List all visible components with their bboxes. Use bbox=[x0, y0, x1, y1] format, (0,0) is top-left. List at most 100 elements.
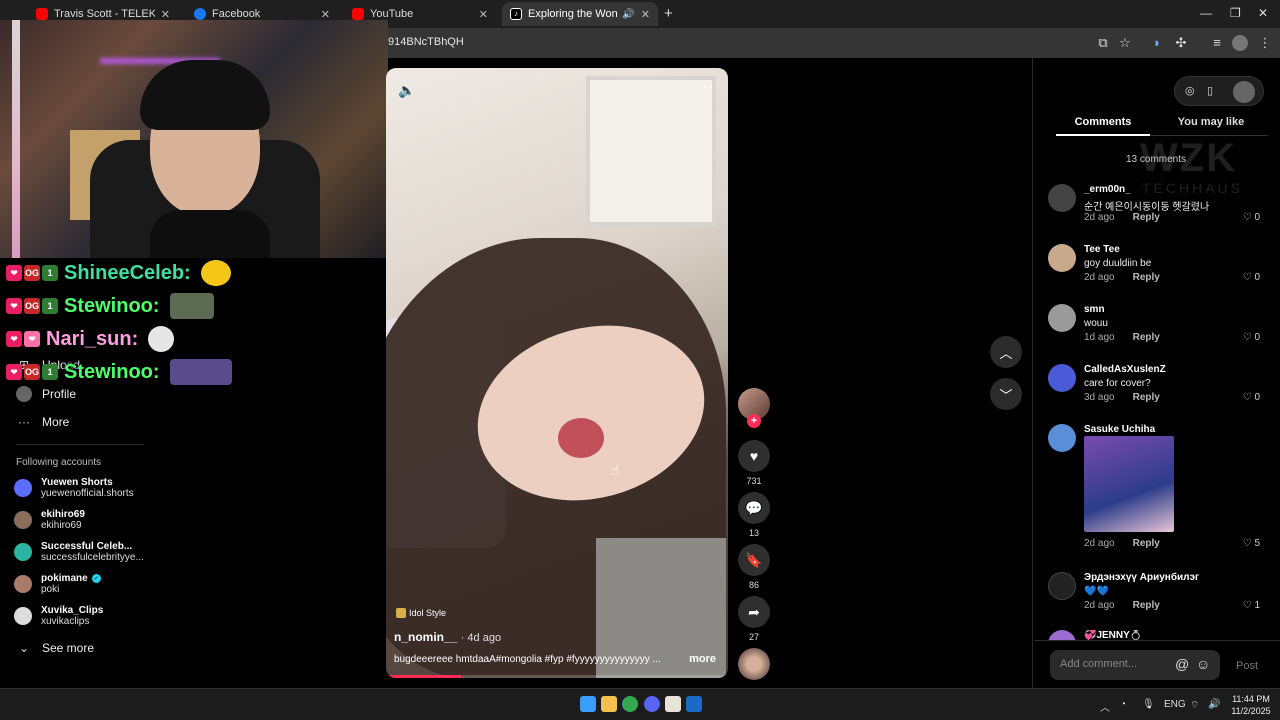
comment-author[interactable]: 💞JENNY💍 bbox=[1084, 630, 1142, 640]
comment-like-button[interactable]: ♡ 1 bbox=[1243, 600, 1260, 611]
reply-button[interactable]: Reply bbox=[1133, 332, 1160, 343]
post-button[interactable]: Post bbox=[1236, 660, 1258, 672]
comment-author[interactable]: Эрдэнэхүү Ариунбилэг bbox=[1084, 572, 1199, 583]
comment-author[interactable]: Tee Tee bbox=[1084, 244, 1120, 255]
like-button[interactable]: ♥ bbox=[738, 440, 770, 472]
chrome-icon[interactable] bbox=[622, 696, 638, 712]
profile-avatar[interactable] bbox=[1232, 35, 1248, 51]
new-tab-button[interactable]: + bbox=[664, 5, 673, 22]
face-emote-icon bbox=[148, 326, 175, 352]
reply-button[interactable]: Reply bbox=[1133, 272, 1160, 283]
url-field[interactable]: 914BNcTBhQH bbox=[388, 36, 464, 48]
chat-message: ❤ OG 1 Stewinoo: bbox=[6, 357, 232, 387]
close-icon[interactable]: ✕ bbox=[161, 8, 170, 21]
heart-outline-icon: ♡ bbox=[1242, 332, 1252, 343]
avatar[interactable] bbox=[1048, 184, 1076, 212]
avatar[interactable] bbox=[1048, 304, 1076, 332]
reading-list-icon[interactable]: ≡ bbox=[1208, 34, 1226, 52]
sidebar-item-profile[interactable]: Profile bbox=[16, 386, 76, 402]
tray-chevron-icon[interactable]: ︿ bbox=[1100, 699, 1110, 714]
add-comment-input[interactable]: Add comment... bbox=[1050, 650, 1220, 680]
account-name: Xuvika_Clips bbox=[41, 605, 104, 616]
system-clock[interactable]: 11:44 PM 11/2/2025 bbox=[1226, 693, 1276, 717]
compass-icon[interactable]: ◎ bbox=[1185, 84, 1195, 97]
app-icon[interactable] bbox=[665, 696, 681, 712]
close-icon[interactable]: ✕ bbox=[479, 8, 488, 21]
extensions-icon[interactable]: ✣ bbox=[1172, 34, 1190, 52]
install-app-icon[interactable]: ⧉ bbox=[1094, 34, 1112, 52]
avatar[interactable] bbox=[1048, 364, 1076, 392]
share-button[interactable]: ➦ bbox=[738, 596, 770, 628]
file-explorer-icon[interactable] bbox=[601, 696, 617, 712]
video-player[interactable]: 🔈 ··· Idol Style n_nomin__ · 4d ago bugd… bbox=[386, 68, 728, 678]
music-disc-icon[interactable] bbox=[738, 648, 770, 680]
follow-plus-icon[interactable]: + bbox=[747, 414, 761, 428]
extension-blue-icon[interactable]: ◗ bbox=[1148, 34, 1166, 52]
close-icon[interactable]: ✕ bbox=[641, 8, 650, 21]
avatar[interactable] bbox=[1048, 572, 1076, 600]
sidebar-item-more[interactable]: ··· More bbox=[16, 415, 69, 429]
next-video-button[interactable]: ﹀ bbox=[990, 378, 1022, 410]
comment-button[interactable]: 💬 bbox=[738, 492, 770, 524]
reply-button[interactable]: Reply bbox=[1133, 212, 1160, 223]
comment-author[interactable]: Sasuke Uchiha bbox=[1084, 424, 1155, 435]
window-close-icon[interactable]: ✕ bbox=[1258, 6, 1268, 20]
reply-button[interactable]: Reply bbox=[1133, 392, 1160, 403]
see-more-label: See more bbox=[42, 641, 95, 655]
tab-comments[interactable]: Comments bbox=[1056, 116, 1150, 128]
comment-item: Sasuke Uchiha 2d ago Reply ♡ 5 bbox=[1048, 424, 1264, 554]
comment-author[interactable]: CalledAsXuslenZ bbox=[1084, 364, 1166, 375]
volume-tray-icon[interactable]: 🔊 bbox=[1208, 699, 1220, 710]
comment-sticker-image[interactable] bbox=[1084, 436, 1174, 532]
comment-author[interactable]: smn bbox=[1084, 304, 1105, 315]
caption-more-button[interactable]: more bbox=[689, 653, 716, 665]
video-author[interactable]: n_nomin__ · 4d ago bbox=[394, 630, 501, 644]
avatar[interactable] bbox=[1048, 424, 1076, 452]
more-options-icon[interactable]: ··· bbox=[697, 78, 714, 94]
windows-start-icon[interactable] bbox=[580, 696, 596, 712]
kebab-menu-icon[interactable]: ⋮ bbox=[1256, 34, 1274, 52]
comment-like-count: 1 bbox=[1254, 600, 1260, 611]
restore-icon[interactable]: ❐ bbox=[1230, 6, 1241, 20]
discord-icon[interactable] bbox=[644, 696, 660, 712]
language-indicator[interactable]: ENG bbox=[1164, 699, 1186, 710]
comment-like-button[interactable]: ♡ 0 bbox=[1243, 212, 1260, 223]
following-account[interactable]: Successful Celeb... successfulcelebrityy… bbox=[14, 541, 144, 563]
see-more-button[interactable]: ⌄ See more bbox=[16, 641, 94, 655]
emoji-icon[interactable]: ☺ bbox=[1196, 656, 1210, 672]
following-account[interactable]: Yuewen Shorts yuewenofficial.shorts bbox=[14, 477, 134, 499]
volume-icon[interactable]: 🔈 bbox=[398, 82, 415, 99]
network-tray-icon[interactable]: ◔ bbox=[1120, 699, 1126, 710]
speaker-icon[interactable]: 🔊 bbox=[622, 9, 634, 20]
comment-like-button[interactable]: ♡ 0 bbox=[1243, 332, 1260, 343]
comment-author[interactable]: _erm00n_ bbox=[1084, 184, 1131, 195]
star-icon[interactable]: ☆ bbox=[1116, 34, 1134, 52]
video-tag[interactable]: Idol Style bbox=[396, 608, 446, 618]
add-comment-placeholder: Add comment... bbox=[1060, 658, 1138, 670]
comment-like-button[interactable]: ♡ 0 bbox=[1243, 272, 1260, 283]
steam-icon[interactable] bbox=[686, 696, 702, 712]
reply-button[interactable]: Reply bbox=[1133, 600, 1160, 611]
previous-video-button[interactable]: ︿ bbox=[990, 336, 1022, 368]
reply-button[interactable]: Reply bbox=[1133, 538, 1160, 549]
wifi-icon[interactable]: ⌔ bbox=[1190, 699, 1199, 712]
avatar[interactable] bbox=[1048, 244, 1076, 272]
tab-tiktok[interactable]: ♪ Exploring the Wonders of M 🔊 ✕ bbox=[502, 2, 658, 26]
close-icon[interactable]: ✕ bbox=[321, 8, 330, 21]
tab-you-may-like[interactable]: You may like bbox=[1164, 116, 1258, 128]
avatar bbox=[14, 575, 32, 593]
comment-like-button[interactable]: ♡ 0 bbox=[1243, 392, 1260, 403]
following-account[interactable]: ekihiro69 ekihiro69 bbox=[14, 509, 85, 531]
mention-icon[interactable]: @ bbox=[1175, 656, 1189, 672]
user-avatar[interactable] bbox=[1233, 81, 1255, 103]
avatar bbox=[14, 511, 32, 529]
save-button[interactable]: 🔖 bbox=[738, 544, 770, 576]
mic-icon[interactable]: 🎙 bbox=[1142, 699, 1155, 710]
following-account[interactable]: pokimane ✓ poki bbox=[14, 573, 101, 595]
video-progress-bar[interactable] bbox=[386, 675, 728, 678]
phone-icon[interactable]: ▯ bbox=[1207, 84, 1213, 97]
comment-like-button[interactable]: ♡ 5 bbox=[1243, 538, 1260, 549]
avatar[interactable] bbox=[1048, 630, 1076, 640]
following-account[interactable]: Xuvika_Clips xuvikaclips bbox=[14, 605, 103, 627]
minimize-icon[interactable]: — bbox=[1200, 6, 1212, 20]
